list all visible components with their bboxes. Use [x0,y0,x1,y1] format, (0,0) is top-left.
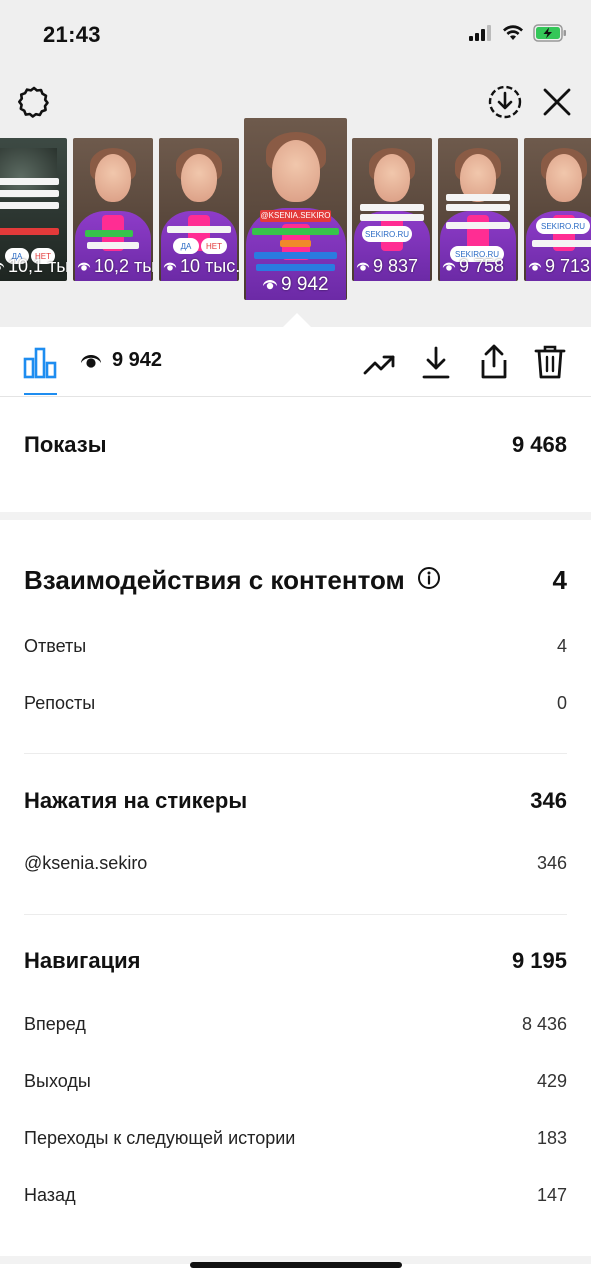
metric-label: Ответы [24,635,87,656]
link-sticker: SEKIRO.RU [362,226,412,242]
metric-value: 183 [536,1127,567,1148]
thumbnail-views: 10,1 тыс. [0,256,67,277]
story-thumbnail[interactable]: ДА НЕТ 10 тыс. [159,138,239,281]
metric-label: Переходы к следующей истории [24,1127,296,1148]
metric-row-mention: @ksenia.sekiro 346 [24,851,567,875]
metric-value: 4 [556,635,567,656]
story-thumbnail[interactable]: SEKIRO.RU 9 837 [352,138,432,281]
thumbnail-views: 9 713 [528,256,590,277]
metric-row-forward: Вперед 8 436 [24,1012,567,1036]
eye-icon [81,354,101,368]
insights-tabbar: 9 942 [0,327,591,397]
trending-up-icon[interactable] [362,347,398,383]
metric-value: 8 436 [521,1013,567,1034]
interactions-value: 4 [552,564,567,595]
metric-row-replies: Ответы 4 [24,634,567,658]
story-thumbnail-selected[interactable]: @KSENIA.SEKIRO 9 942 [244,118,347,300]
cellular-signal-icon [469,25,493,46]
metric-label: @ksenia.sekiro [24,852,148,873]
metric-label: Репосты [24,692,96,713]
interactions-row: Взаимодействия с контентом 4 [24,563,567,597]
metric-row-back: Назад 147 [24,1183,567,1207]
close-icon[interactable] [537,82,577,122]
thumbnail-views: 10,2 тыс. [77,256,153,277]
story-thumbnail[interactable]: SEKIRO.RU 9 758 [438,138,518,281]
settings-gear-icon[interactable] [14,82,54,122]
wifi-icon [502,25,524,46]
sticker-yes: ДА [173,238,199,254]
eye-icon [528,262,542,271]
status-bar: 21:43 [0,0,591,70]
sticker-taps-value: 346 [530,788,567,813]
share-icon[interactable] [476,343,512,381]
metric-value: 429 [536,1070,567,1091]
navigation-value: 9 195 [511,948,567,973]
eye-icon [442,262,456,271]
eye-icon [77,262,91,271]
eye-icon [163,262,177,271]
download-icon[interactable] [418,345,454,381]
navigation-label: Навигация [24,948,141,973]
impressions-row: Показы 9 468 [24,429,567,461]
story-thumbnail[interactable]: ДА НЕТ 10,1 тыс. [0,138,67,281]
insights-sheet: 9 942 Показы 9 468 Взаимодействия с конт… [0,327,591,1280]
bar-chart-icon[interactable] [22,345,58,381]
download-circle-icon[interactable] [485,82,525,122]
thumbnail-views: 9 758 [442,256,504,277]
thumbnail-views: 9 837 [356,256,418,277]
metric-label: Вперед [24,1013,86,1034]
metric-row-next-story: Переходы к следующей истории 183 [24,1126,567,1150]
link-sticker: SEKIRO.RU [536,218,590,234]
eye-icon [356,262,370,271]
metric-label: Назад [24,1184,76,1205]
metric-value: 0 [556,692,567,713]
mention-sticker: @KSENIA.SEKIRO [260,210,331,222]
info-icon[interactable] [417,566,441,595]
metric-row-shares: Репосты 0 [24,691,567,715]
impressions-value: 9 468 [511,432,567,457]
status-icons [469,24,567,47]
story-thumbnail[interactable]: 10,2 тыс. [73,138,153,281]
sticker-taps-label: Нажатия на стикеры [24,788,248,813]
status-time: 21:43 [43,22,101,47]
metric-value: 346 [536,852,567,873]
metric-label: Выходы [24,1070,91,1091]
active-tab-indicator [24,393,57,395]
interactions-label: Взаимодействия с контентом [24,564,405,595]
battery-charging-icon [533,24,567,47]
selected-story-pointer [282,313,312,328]
impressions-label: Показы [24,432,107,457]
story-thumbnail[interactable]: SEKIRO.RU 9 713 [524,138,591,281]
sticker-taps-row: Нажатия на стикеры 346 [24,785,567,817]
divider [24,753,567,754]
thumbnail-views: 9 942 [262,274,329,296]
eye-icon [0,262,5,270]
metric-value: 147 [536,1184,567,1205]
story-thumbnail-strip: ДА НЕТ 10,1 тыс. 10,2 тыс. ДА НЕТ 10 тыс… [0,118,591,308]
trash-icon[interactable] [532,343,568,381]
story-views-count: 9 942 [80,349,162,372]
divider [24,914,567,915]
sticker-no: НЕТ [201,238,227,254]
section-divider [0,512,591,520]
thumbnail-views: 10 тыс. [163,256,239,277]
home-indicator[interactable] [190,1262,402,1268]
navigation-row: Навигация 9 195 [24,945,567,977]
metric-row-exits: Выходы 429 [24,1069,567,1093]
eye-icon [263,280,277,290]
